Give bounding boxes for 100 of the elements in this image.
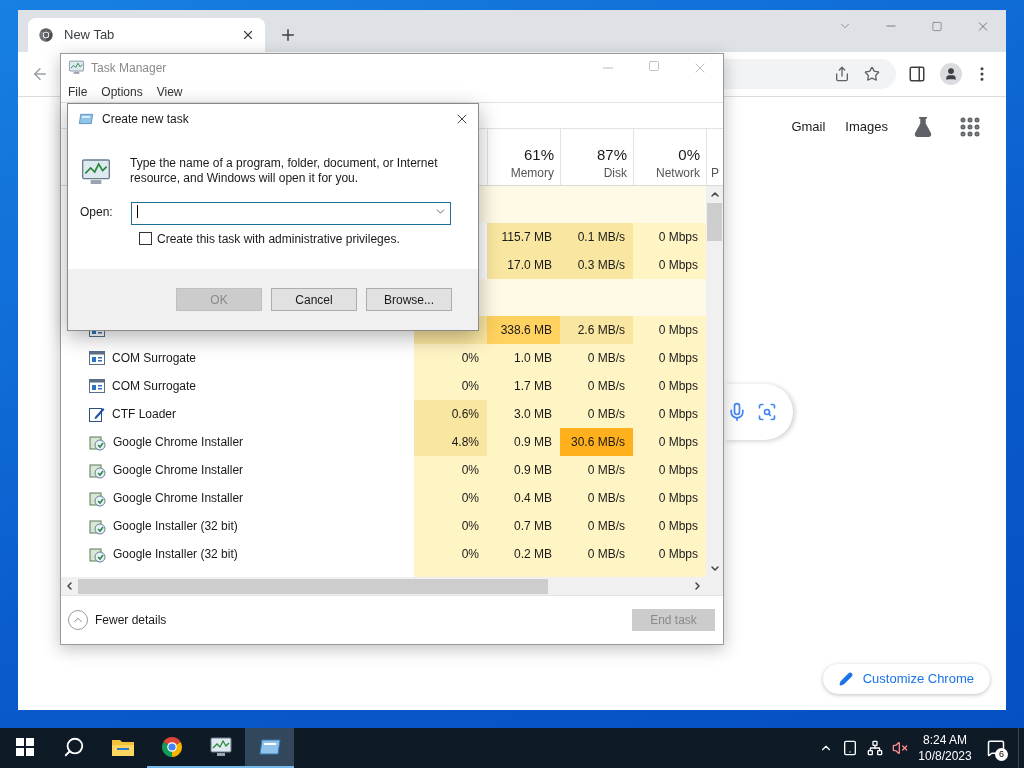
notepad-pen-icon bbox=[89, 406, 105, 422]
table-cell: 0 Mbps bbox=[633, 512, 706, 540]
back-button[interactable] bbox=[31, 65, 49, 83]
table-cell: 0 MB/s bbox=[560, 344, 633, 372]
chrome-logo-icon bbox=[38, 27, 54, 43]
dialog-button[interactable]: Browse... bbox=[366, 288, 452, 311]
notifications-button[interactable]: 6 bbox=[974, 728, 1018, 768]
process-name: COM Surrogate bbox=[112, 350, 197, 367]
table-cell: 0% bbox=[414, 344, 487, 372]
column-header[interactable]: 0% Network bbox=[633, 129, 706, 185]
flask-icon[interactable] bbox=[912, 116, 934, 138]
table-cell: 4.8% bbox=[414, 428, 487, 456]
table-cell: 17.0 MB bbox=[487, 251, 560, 279]
apps-grid-icon[interactable] bbox=[958, 115, 982, 139]
table-cell: 0.7 MB bbox=[487, 512, 560, 540]
open-field[interactable] bbox=[131, 201, 451, 225]
side-panel-icon[interactable] bbox=[908, 65, 926, 83]
table-cell: 0 Mbps bbox=[633, 223, 706, 251]
installer-icon bbox=[89, 489, 106, 507]
table-cell: 0 Mbps bbox=[633, 372, 706, 400]
table-cell: 0.9 MB bbox=[487, 428, 560, 456]
search-icon bbox=[62, 736, 85, 758]
customize-chrome-button[interactable]: Customize Chrome bbox=[822, 664, 990, 694]
table-cell: 1.0 MB bbox=[487, 344, 560, 372]
column-header[interactable]: P bbox=[706, 129, 722, 185]
column-header[interactable]: 61% Memory bbox=[487, 129, 560, 185]
fewer-details-button[interactable]: Fewer details bbox=[68, 610, 167, 630]
address-bar[interactable] bbox=[723, 59, 896, 89]
profile-avatar[interactable] bbox=[940, 63, 962, 85]
close-tab-icon[interactable] bbox=[241, 28, 255, 42]
muted-speaker-icon[interactable] bbox=[892, 740, 908, 756]
scrollbar-thumb[interactable] bbox=[707, 203, 722, 241]
text-cursor bbox=[137, 205, 138, 218]
folder-icon bbox=[110, 737, 135, 757]
table-cell: 0.6% bbox=[414, 400, 487, 428]
admin-checkbox[interactable] bbox=[139, 232, 152, 245]
network-icon[interactable] bbox=[867, 740, 883, 756]
horizontal-scrollbar[interactable] bbox=[61, 577, 723, 595]
menu-item[interactable]: View bbox=[156, 82, 183, 101]
clock-date: 10/8/2023 bbox=[918, 748, 972, 764]
window-icon bbox=[89, 379, 105, 393]
table-cell: 0% bbox=[414, 456, 487, 484]
dialog-message: Type the name of a program, folder, document, or Internet resource, and Windows will open it for you. bbox=[130, 156, 439, 187]
chrome-logo-icon bbox=[159, 735, 184, 759]
table-cell: 1.7 MB bbox=[487, 372, 560, 400]
table-cell: 0 Mbps bbox=[633, 400, 706, 428]
checkbox-label: Create this task with administrative privileges. bbox=[157, 230, 400, 248]
table-cell: 0.1 MB/s bbox=[560, 223, 633, 251]
header-link[interactable]: Images bbox=[845, 117, 888, 137]
run-dialog-icon bbox=[78, 111, 94, 127]
table-cell: 0.3 MB/s bbox=[560, 251, 633, 279]
scrollbar-thumb[interactable] bbox=[78, 578, 548, 594]
tablet-icon[interactable] bbox=[842, 740, 858, 756]
search-box[interactable] bbox=[725, 384, 793, 440]
table-cell: 0 Mbps bbox=[633, 456, 706, 484]
table-cell: 2.6 MB/s bbox=[560, 316, 633, 344]
table-cell: 338.6 MB bbox=[487, 316, 560, 344]
table-cell: 0 MB/s bbox=[560, 484, 633, 512]
clock[interactable]: 8:24 AM 10/8/2023 bbox=[916, 732, 974, 764]
browser-tab[interactable]: New Tab bbox=[28, 18, 265, 52]
table-cell: 0% bbox=[414, 512, 487, 540]
pencil-icon bbox=[838, 672, 853, 686]
table-cell: 0 MB/s bbox=[560, 372, 633, 400]
share-icon[interactable] bbox=[834, 66, 850, 82]
table-cell: 0.4 MB bbox=[487, 484, 560, 512]
clock-time: 8:24 AM bbox=[923, 732, 967, 748]
installer-icon bbox=[89, 545, 106, 563]
table-cell: 0 Mbps bbox=[633, 484, 706, 512]
column-header[interactable]: 87% Disk bbox=[560, 129, 633, 185]
table-cell: 0 Mbps bbox=[633, 428, 706, 456]
new-tab-button[interactable] bbox=[279, 26, 297, 44]
table-cell: 115.7 MB bbox=[487, 223, 560, 251]
menu-item[interactable]: File bbox=[68, 82, 88, 101]
bookmark-star-icon[interactable] bbox=[864, 66, 880, 82]
table-cell: 3.0 MB bbox=[487, 400, 560, 428]
lens-icon[interactable] bbox=[757, 402, 777, 422]
dialog-title: Create new task bbox=[102, 111, 189, 128]
process-name: Google Installer (32 bit) bbox=[113, 518, 238, 535]
table-cell: 0 MB/s bbox=[560, 456, 633, 484]
process-name: Google Chrome Installer bbox=[113, 462, 244, 479]
table-cell: 0.2 MB bbox=[487, 540, 560, 568]
table-cell: 0 Mbps bbox=[633, 316, 706, 344]
dialog-button[interactable]: Cancel bbox=[271, 288, 357, 311]
table-cell: 0.9 MB bbox=[487, 456, 560, 484]
window-icon bbox=[89, 351, 105, 365]
installer-icon bbox=[89, 517, 106, 535]
table-cell: 30.6 MB/s bbox=[560, 428, 633, 456]
table-cell: 0 Mbps bbox=[633, 540, 706, 568]
microphone-icon[interactable] bbox=[727, 402, 747, 422]
table-cell: 0 Mbps bbox=[633, 344, 706, 372]
header-link[interactable]: Gmail bbox=[791, 117, 826, 137]
notification-count: 6 bbox=[995, 748, 1008, 761]
table-cell: 0% bbox=[414, 540, 487, 568]
menu-item[interactable]: Options bbox=[101, 82, 143, 101]
task-manager-icon bbox=[208, 735, 233, 759]
vertical-scrollbar[interactable] bbox=[706, 186, 723, 577]
table-cell: 0 MB/s bbox=[560, 540, 633, 568]
process-name: Google Installer (32 bit) bbox=[113, 546, 238, 563]
table-cell: 0 MB/s bbox=[560, 400, 633, 428]
installer-icon bbox=[89, 433, 106, 451]
